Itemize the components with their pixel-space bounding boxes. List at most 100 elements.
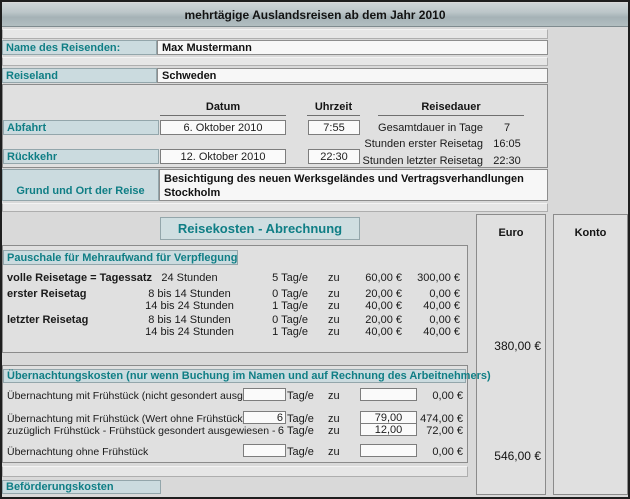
country-label: Reiseland [2, 68, 157, 83]
meals-row-rate: 20,00 € [346, 314, 402, 326]
traveler-name-value: Max Mustermann [162, 42, 252, 54]
lodging-row-label: zuzüglich Frühstück - Frühstück gesonder… [7, 425, 275, 437]
lodging-row-amount: 0,00 € [418, 446, 463, 458]
lodging-days-suffix: Tag/e [287, 425, 319, 437]
traveler-name-label: Name des Reisenden: [2, 40, 157, 55]
meals-row-days: 1 Tag/e [240, 326, 308, 338]
lodging-row-amount: 72,00 € [418, 425, 463, 437]
meals-row-days: 0 Tag/e [240, 288, 308, 300]
lodging-days-input[interactable] [243, 388, 286, 401]
meals-row-hours: 8 bis 14 Stunden [141, 288, 238, 300]
lodging-row-label: Übernachtung ohne Frühstück [7, 446, 148, 458]
traveler-name-label-text: Name des Reisenden: [6, 42, 120, 54]
return-time-input[interactable] [308, 149, 360, 164]
meals-row-label: letzter Reisetag [7, 314, 88, 326]
lodging-row-label: Übernachtung mit Frühstück (Wert ohne Fr… [7, 413, 246, 425]
date-column-header: Datum [160, 100, 286, 116]
meals-row-days: 1 Tag/e [240, 300, 308, 312]
meals-row-zu: zu [328, 326, 344, 338]
meals-row-hours: 14 bis 24 Stunden [141, 300, 238, 312]
lodging-row-zu: zu [328, 413, 344, 425]
meals-row-zu: zu [328, 272, 344, 284]
konto-column: Konto [553, 214, 628, 495]
lodging-days-value: 6 [243, 425, 284, 437]
meals-row-hours: 24 Stunden [141, 272, 238, 284]
return-label: Rückkehr [3, 149, 159, 164]
meals-row-rate: 40,00 € [346, 326, 402, 338]
meals-section-header: Pauschale für Mehraufwand für Verpflegun… [3, 250, 238, 265]
meals-row-zu: zu [328, 314, 344, 326]
duration-total-value: 7 [487, 122, 527, 134]
meals-row-amount: 0,00 € [404, 314, 460, 326]
meals-row-rate: 60,00 € [346, 272, 402, 284]
lodging-rate-input[interactable] [360, 444, 417, 457]
trip-reason-line2: Stockholm [164, 186, 524, 200]
euro-column-header: Euro [477, 227, 545, 239]
meals-row-amount: 0,00 € [404, 288, 460, 300]
trip-reason-label: Grund und Ort der Reise [2, 169, 159, 201]
lodging-row-zu: zu [328, 446, 344, 458]
traveler-name-field[interactable]: Max Mustermann [157, 40, 548, 55]
spacer-strip [2, 203, 548, 212]
return-label-text: Rückkehr [7, 151, 57, 163]
lodging-days-suffix: Tag/e [287, 390, 319, 402]
expense-section-title-text: Reisekosten - Abrechnung [178, 221, 342, 236]
schedule-box: Datum Uhrzeit Reisedauer Abfahrt Gesamtd… [2, 84, 548, 168]
trip-reason-line1: Besichtigung des neuen Werksgeländes und… [164, 172, 524, 186]
lodging-rate-input[interactable] [360, 388, 417, 401]
duration-firstday-label: Stunden erster Reisetag [355, 138, 483, 150]
duration-lastday-value: 22:30 [487, 155, 527, 167]
lodging-row-amount: 0,00 € [418, 390, 463, 402]
lodging-days-suffix: Tag/e [287, 446, 319, 458]
meals-row-amount: 300,00 € [404, 272, 460, 284]
lodging-subtotal-euro: 546,00 € [476, 449, 541, 463]
duration-firstday-value: 16:05 [487, 138, 527, 150]
meals-row-zu: zu [328, 300, 344, 312]
konto-column-header: Konto [554, 227, 627, 239]
meals-row-amount: 40,00 € [404, 300, 460, 312]
page-title: mehrtägige Auslandsreisen ab dem Jahr 20… [185, 8, 446, 22]
meals-section: Pauschale für Mehraufwand für Verpflegun… [2, 245, 468, 353]
lodging-section-header: Übernachtungskosten (nur wenn Buchung im… [3, 369, 466, 383]
form-title-bar: mehrtägige Auslandsreisen ab dem Jahr 20… [2, 3, 628, 27]
meals-row-rate: 20,00 € [346, 288, 402, 300]
meals-row-days: 5 Tag/e [240, 272, 308, 284]
spacer-strip [2, 57, 548, 66]
lodging-section-header-text: Übernachtungskosten (nur wenn Buchung im… [7, 370, 491, 382]
meals-row-hours: 14 bis 24 Stunden [141, 326, 238, 338]
meals-row-hours: 8 bis 14 Stunden [141, 314, 238, 326]
meals-row-zu: zu [328, 288, 344, 300]
departure-date-input[interactable] [160, 120, 286, 135]
trip-reason-field[interactable]: Besichtigung des neuen Werksgeländes und… [159, 169, 548, 201]
spreadsheet-form: mehrtägige Auslandsreisen ab dem Jahr 20… [0, 0, 630, 499]
return-date-input[interactable] [160, 149, 286, 164]
trip-reason-label-text: Grund und Ort der Reise [16, 185, 144, 197]
departure-label-text: Abfahrt [7, 122, 46, 134]
meals-row-label: erster Reisetag [7, 288, 87, 300]
lodging-days-input[interactable] [243, 411, 286, 424]
duration-lastday-label: Stunden letzter Reisetag [355, 155, 483, 167]
time-column-header: Uhrzeit [307, 100, 360, 116]
country-value: Schweden [162, 70, 216, 82]
meals-row-days: 0 Tag/e [240, 314, 308, 326]
spacer-strip [2, 466, 468, 477]
meals-section-header-text: Pauschale für Mehraufwand für Verpflegun… [7, 252, 237, 264]
lodging-days-input[interactable] [243, 444, 286, 457]
lodging-row-amount: 474,00 € [418, 413, 463, 425]
duration-column-header: Reisedauer [378, 100, 524, 116]
duration-total-label: Gesamtdauer in Tage [355, 122, 483, 134]
lodging-row-zu: zu [328, 390, 344, 402]
lodging-days-suffix: Tag/e [287, 413, 319, 425]
country-label-text: Reiseland [6, 70, 58, 82]
lodging-rate-input[interactable] [360, 423, 417, 436]
transport-section-header-text: Beförderungskosten [6, 481, 114, 493]
departure-time-input[interactable] [308, 120, 360, 135]
meals-subtotal-euro: 380,00 € [476, 339, 541, 353]
meals-row-amount: 40,00 € [404, 326, 460, 338]
spacer-strip [2, 29, 548, 39]
country-field[interactable]: Schweden [157, 68, 548, 83]
meals-row-rate: 40,00 € [346, 300, 402, 312]
transport-section-header: Beförderungskosten [2, 480, 161, 494]
lodging-row-zu: zu [328, 425, 344, 437]
expense-section-title: Reisekosten - Abrechnung [160, 217, 360, 240]
